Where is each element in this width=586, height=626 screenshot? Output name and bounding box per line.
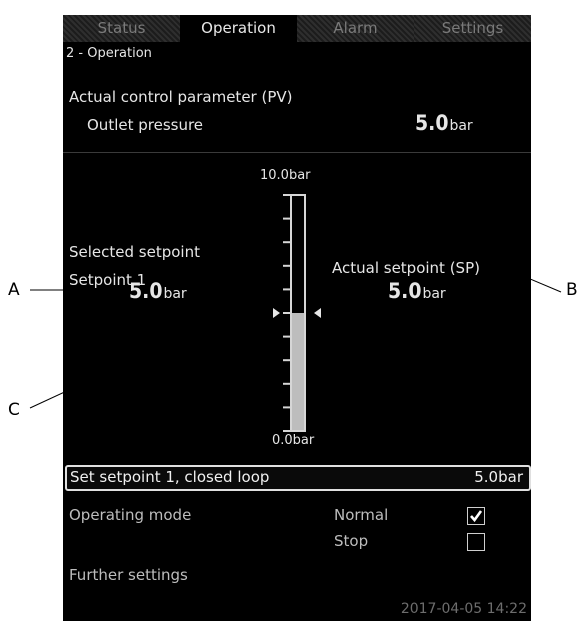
arrow-c-icon bbox=[269, 292, 279, 300]
arrow-b-icon bbox=[481, 258, 491, 266]
callout-line-b bbox=[489, 261, 562, 293]
callout-label-a: A bbox=[8, 280, 20, 300]
callout-lines bbox=[29, 258, 586, 409]
callout-label-c: C bbox=[8, 400, 20, 420]
callout-label-b: B bbox=[566, 280, 578, 300]
arrow-a-icon bbox=[116, 286, 126, 294]
callout-line-c bbox=[29, 295, 273, 409]
